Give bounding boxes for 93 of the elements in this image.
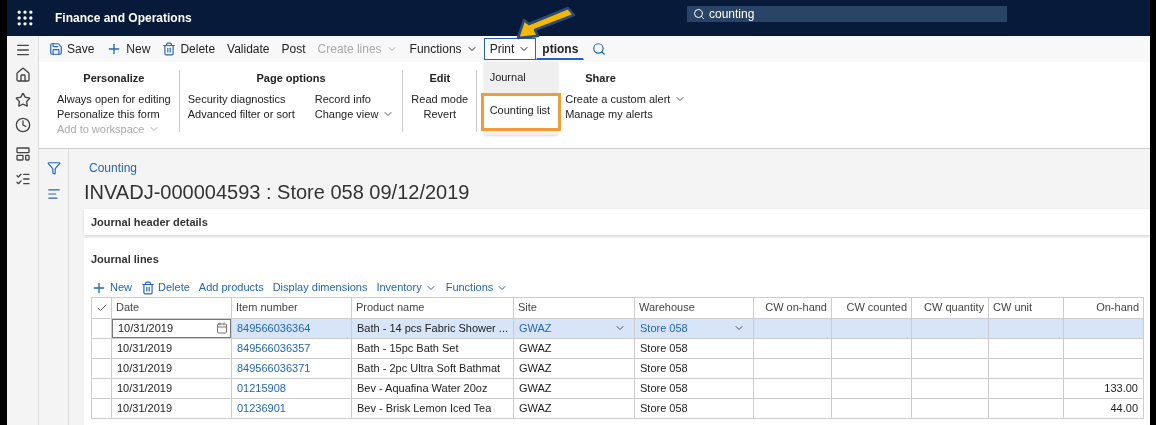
ribbon-group-title: Personalize	[82, 71, 146, 86]
lookup-field[interactable]: GWAZ	[514, 319, 634, 337]
ribbon-item[interactable]: Security diagnostics	[187, 91, 286, 107]
app-launcher-icon[interactable]	[15, 8, 35, 28]
column-header[interactable]: CW quantity	[912, 297, 989, 318]
table-cell: Bath - 14 pcs Fabric Shower ...	[352, 318, 514, 338]
column-header[interactable]: Item number	[232, 297, 352, 318]
grid-row[interactable]: 10/31/2019 01236901 Bev - Brisk Lemon Iced Tea GWAZ Store 058 44.00	[92, 398, 1144, 419]
clock-icon[interactable]	[14, 117, 31, 133]
table-cell: GWAZ	[514, 338, 635, 358]
search-icon[interactable]	[592, 42, 607, 56]
table-cell: GWAZ	[514, 358, 635, 378]
menu-item[interactable]: Counting list	[480, 92, 561, 131]
ribbon-item[interactable]: Advanced filter or sort	[187, 106, 295, 122]
toolbar-button[interactable]: ptions	[536, 38, 585, 60]
ribbon-group-title: Page options	[255, 71, 327, 86]
grid-row[interactable]: 10/31/2019 849566036364 Bath - 14 pcs Fabric Shower ... GWAZ Store 058	[92, 318, 1144, 339]
column-header[interactable]: CW unit	[989, 297, 1064, 318]
ribbon-item[interactable]: Revert	[423, 106, 456, 122]
table-cell: 133.00	[1064, 378, 1144, 398]
table-cell: 10/31/2019	[112, 358, 232, 378]
table-cell[interactable]: 01215908	[232, 378, 352, 398]
grid-row[interactable]: 10/31/2019 849566036371 Bath - 2pc Ultra Soft Bathmat GWAZ Store 058	[92, 358, 1144, 379]
table-cell: Bev - Aquafina Water 20oz	[352, 378, 514, 398]
header-section[interactable]: Journal header details	[84, 209, 1150, 235]
toolbar-button[interactable]: New	[91, 279, 132, 296]
column-header[interactable]: CW counted	[832, 297, 912, 318]
trash-icon	[141, 280, 155, 295]
list-icon[interactable]	[14, 171, 31, 187]
toolbar-button[interactable]: Functions	[445, 279, 509, 296]
search-field[interactable]: counting	[687, 6, 1007, 22]
lines-icon[interactable]	[46, 187, 61, 201]
table-cell[interactable]: 849566036357	[232, 338, 352, 358]
section-title: Journal lines	[91, 252, 160, 267]
column-header[interactable]: Product name	[352, 297, 514, 318]
table-cell: Bev - Brisk Lemon Iced Tea	[352, 398, 514, 418]
toolbar-button[interactable]: Delete	[156, 38, 222, 60]
ribbon-item[interactable]: Create a custom alert	[565, 91, 687, 107]
lookup-field[interactable]: Store 058	[635, 319, 753, 337]
column-header[interactable]: Date	[112, 297, 232, 318]
toolbar-button[interactable]: Save	[43, 38, 101, 60]
app-title: Finance and Operations	[55, 10, 192, 27]
ribbon-item[interactable]: Record info	[314, 91, 371, 107]
column-header[interactable]: Warehouse	[635, 297, 754, 318]
ribbon-item[interactable]: Manage my alerts	[565, 106, 653, 122]
toolbar-button[interactable]: Inventory	[376, 279, 437, 296]
calendar-icon[interactable]	[216, 322, 228, 334]
toolbar-button[interactable]: Print	[483, 38, 537, 60]
table-cell: Store 058	[635, 338, 754, 358]
grid-row[interactable]: 10/31/2019 849566036357 Bath - 15pc Bath Set GWAZ Store 058	[92, 338, 1144, 359]
ribbon-item[interactable]: Personalize this form	[57, 106, 160, 122]
ribbon-item[interactable]: Change view	[314, 106, 395, 122]
table-cell[interactable]: 01236901	[232, 398, 352, 418]
column-header[interactable]: Site	[514, 297, 635, 318]
toolbar-button[interactable]: Display dimensions	[272, 279, 368, 296]
save-icon	[49, 42, 63, 56]
page-title: INVADJ-000004593 : Store 058 09/12/2019	[84, 180, 471, 205]
toolbar-button[interactable]: Post	[275, 38, 312, 60]
search-icon	[693, 8, 705, 20]
column-header[interactable]: CW on-hand	[754, 297, 832, 318]
trash-icon	[162, 42, 177, 56]
star-icon[interactable]	[14, 92, 31, 108]
table-cell[interactable]: 849566036364	[232, 318, 352, 338]
table-cell: Bath - 2pc Ultra Soft Bathmat	[352, 358, 514, 378]
ribbon-group-title: Edit	[428, 71, 452, 86]
table-cell: 44.00	[1064, 398, 1144, 418]
grid-row[interactable]: 10/31/2019 01215908 Bev - Aquafina Water 20oz GWAZ Store 058 133.00	[92, 378, 1144, 399]
workspace-icon[interactable]	[14, 146, 31, 162]
table-cell: 10/31/2019	[112, 398, 232, 418]
table-cell: Bath - 15pc Bath Set	[352, 338, 514, 358]
table-cell: Store 058	[635, 358, 754, 378]
callout-arrow	[515, 6, 576, 40]
menu-icon[interactable]	[14, 42, 31, 58]
home-icon[interactable]	[14, 67, 31, 83]
toolbar-button[interactable]: New	[100, 38, 157, 60]
table-cell: Store 058	[635, 398, 754, 418]
toolbar-button[interactable]: Delete	[141, 279, 190, 296]
table-cell: 10/31/2019	[112, 338, 232, 358]
table-cell: Store 058	[635, 378, 754, 398]
table-cell: 10/31/2019	[112, 378, 232, 398]
table-cell: GWAZ	[514, 378, 635, 398]
toolbar-button[interactable]: Add products	[198, 279, 264, 296]
breadcrumb-link[interactable]: Counting	[84, 159, 1150, 177]
filter-icon[interactable]	[46, 161, 61, 175]
table-cell: GWAZ	[514, 398, 635, 418]
ribbon-group-title: Share	[584, 71, 617, 86]
ribbon-item[interactable]: Always open for editing	[57, 91, 171, 107]
column-header[interactable]: On-hand	[1064, 297, 1144, 318]
toolbar-button[interactable]: Validate	[221, 38, 276, 60]
menu-item[interactable]: Journal	[483, 66, 558, 89]
ribbon-item[interactable]: Read mode	[411, 91, 469, 107]
toolbar-button[interactable]: Functions	[403, 38, 484, 60]
table-cell[interactable]: 849566036371	[232, 358, 352, 378]
